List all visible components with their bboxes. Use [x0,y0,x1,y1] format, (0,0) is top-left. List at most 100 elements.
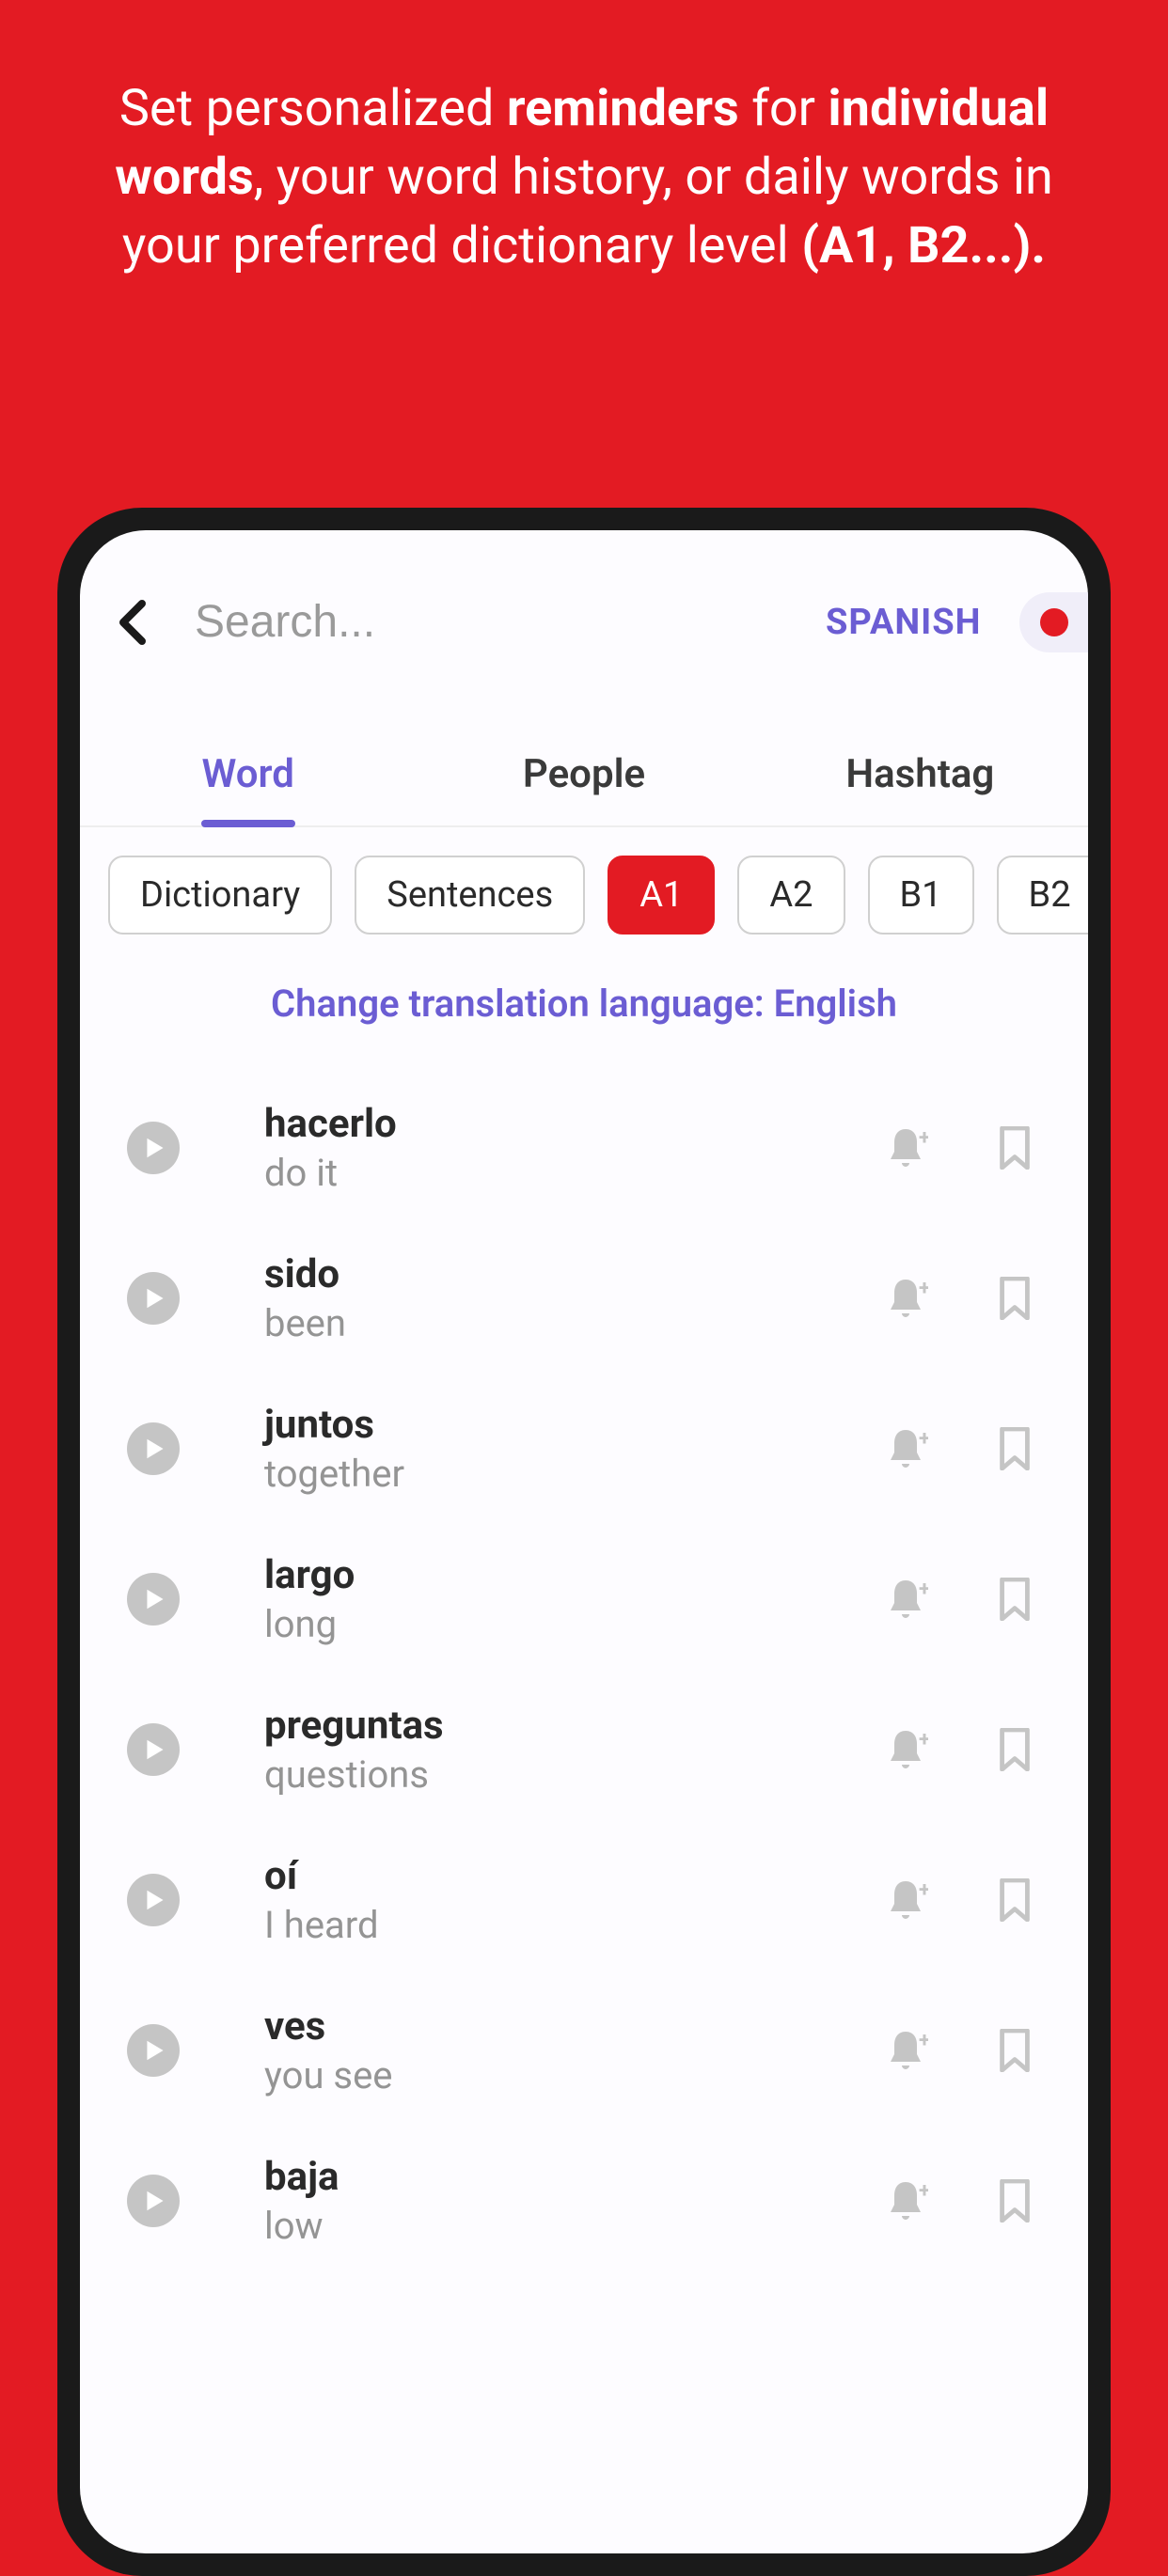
reminder-button[interactable]: + [879,1122,932,1174]
svg-text:+: + [919,1126,928,1150]
reminder-button[interactable]: + [879,1723,932,1776]
promo-text: Set personalized reminders for individua… [0,0,1168,281]
word-row: juntostogether + [80,1374,1088,1524]
word-text[interactable]: largolong [208,1552,851,1646]
back-button[interactable] [118,599,148,646]
bell-plus-icon: + [883,1727,928,1772]
play-button[interactable] [127,1272,180,1325]
play-button[interactable] [127,1122,180,1174]
play-icon [145,1889,166,1911]
play-button[interactable] [127,2175,180,2227]
word-row: hacerlodo it + [80,1073,1088,1223]
filter-chip-a2[interactable]: A2 [737,856,844,935]
word-row: largolong + [80,1524,1088,1674]
play-button[interactable] [127,1422,180,1475]
word-translation: long [264,1602,851,1646]
word-translation: you see [264,2053,851,2097]
svg-text:+: + [919,1427,928,1451]
filter-chip-a1[interactable]: A1 [608,856,715,935]
filter-chip-b2[interactable]: B2 [997,856,1088,935]
bookmark-icon [998,1878,1032,1922]
bookmark-icon [998,1277,1032,1320]
bell-plus-icon: + [883,1276,928,1321]
bell-plus-icon: + [883,2178,928,2223]
word-title: baja [264,2154,851,2200]
bell-plus-icon: + [883,1426,928,1471]
phone-frame: SPANISH ★ WordPeopleHashtag Dictionary Se… [57,508,1111,2576]
word-title: sido [264,1251,851,1297]
filter-chip-b1[interactable]: B1 [868,856,974,935]
play-button[interactable] [127,1573,180,1626]
chevron-left-icon [118,600,148,645]
svg-text:+: + [919,1578,928,1601]
play-icon [145,1738,166,1761]
reminder-button[interactable]: + [879,2175,932,2227]
bookmark-button[interactable] [988,1573,1041,1626]
play-button[interactable] [127,2024,180,2077]
word-text[interactable]: oíI heard [208,1853,851,1947]
bookmark-button[interactable] [988,1272,1041,1325]
bookmark-button[interactable] [988,2024,1041,2077]
bookmark-button[interactable] [988,1122,1041,1174]
play-icon [145,1137,166,1159]
word-text[interactable]: sidobeen [208,1251,851,1345]
svg-text:+: + [919,1878,928,1902]
bookmark-icon [998,1578,1032,1621]
word-row: sidobeen + [80,1223,1088,1374]
bookmark-button[interactable] [988,2175,1041,2227]
svg-text:+: + [919,2029,928,2052]
word-title: largo [264,1552,851,1598]
reminder-button[interactable]: + [879,1272,932,1325]
word-translation: do it [264,1151,851,1195]
word-title: hacerlo [264,1101,851,1147]
reminder-button[interactable]: + [879,1573,932,1626]
reminder-button[interactable]: + [879,1874,932,1926]
tab-word[interactable]: Word [80,732,416,825]
word-row: vesyou see + [80,1975,1088,2126]
bell-plus-icon: + [883,1125,928,1170]
word-row: bajalow + [80,2126,1088,2276]
reminder-button[interactable]: + [879,1422,932,1475]
record-dot-icon [1040,608,1068,636]
play-icon [145,1287,166,1310]
word-text[interactable]: hacerlodo it [208,1101,851,1195]
bookmark-icon [998,1126,1032,1170]
word-title: juntos [264,1402,851,1448]
filter-chip-dictionary[interactable]: Dictionary [108,856,332,935]
word-translation: together [264,1452,851,1496]
bell-plus-icon: + [883,1577,928,1622]
tab-people[interactable]: People [416,732,751,825]
word-text[interactable]: preguntasquestions [208,1703,851,1797]
reminder-button[interactable]: + [879,2024,932,2077]
change-language-link[interactable]: Change translation language: English [80,935,1088,1054]
bookmark-button[interactable] [988,1422,1041,1475]
tabs: WordPeopleHashtag [80,732,1088,827]
play-button[interactable] [127,1874,180,1926]
bookmark-button[interactable] [988,1723,1041,1776]
play-button[interactable] [127,1723,180,1776]
play-icon [145,1437,166,1460]
filter-chip-sentences[interactable]: Sentences [355,856,585,935]
svg-text:+: + [919,2179,928,2203]
word-text[interactable]: bajalow [208,2154,851,2248]
word-title: ves [264,2003,851,2050]
word-translation: I heard [264,1903,851,1947]
bookmark-icon [998,2029,1032,2072]
bell-plus-icon: + [883,2028,928,2073]
bookmark-icon [998,1427,1032,1470]
favorite-toggle[interactable]: ★ [1019,592,1088,652]
word-translation: questions [264,1752,851,1797]
word-row: oíI heard + [80,1825,1088,1975]
phone-screen: SPANISH ★ WordPeopleHashtag Dictionary Se… [80,530,1088,2553]
search-input[interactable] [166,587,807,657]
tab-hashtag[interactable]: Hashtag [752,732,1088,825]
word-list: hacerlodo it+sidobeen+juntostogether+lar… [80,1054,1088,2295]
word-translation: low [264,2204,851,2248]
word-text[interactable]: juntostogether [208,1402,851,1496]
bookmark-button[interactable] [988,1874,1041,1926]
language-label[interactable]: SPANISH [826,602,982,643]
word-title: oí [264,1853,851,1899]
word-text[interactable]: vesyou see [208,2003,851,2097]
word-title: preguntas [264,1703,851,1749]
play-icon [145,2039,166,2062]
